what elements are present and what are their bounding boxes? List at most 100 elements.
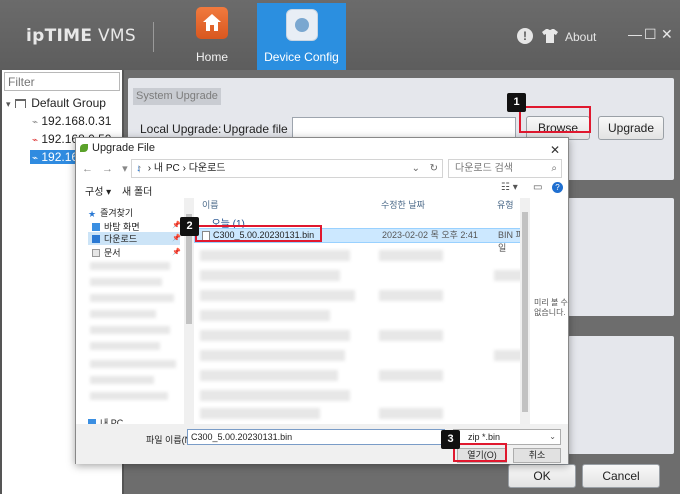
dialog-close-icon[interactable]: ✕ bbox=[550, 140, 560, 160]
blurred-item bbox=[90, 278, 162, 286]
blurred-file-row bbox=[200, 250, 350, 261]
dialog-title: Upgrade File bbox=[92, 142, 155, 154]
chevron-down-icon[interactable]: ⌄ bbox=[412, 160, 420, 177]
view-options-icon[interactable]: ☷ ▾ bbox=[501, 182, 518, 193]
group-title: System Upgrade bbox=[133, 88, 221, 105]
nav-device-config-tab[interactable]: Device Config bbox=[257, 3, 346, 70]
about-link[interactable]: About bbox=[565, 30, 596, 44]
filter-input[interactable] bbox=[4, 72, 120, 91]
header-divider bbox=[153, 22, 154, 52]
blurred-file-row bbox=[200, 390, 350, 401]
blurred-file-row bbox=[200, 408, 320, 419]
skin-shirt-icon[interactable] bbox=[541, 28, 559, 44]
star-icon: ★ bbox=[88, 209, 97, 219]
tree-root-label: Default Group bbox=[31, 96, 106, 110]
upgrade-file-input[interactable] bbox=[292, 117, 516, 138]
step-1-badge: 1 bbox=[507, 93, 526, 112]
cancel-button[interactable]: Cancel bbox=[582, 464, 660, 488]
camera-icon: ⌁ bbox=[32, 153, 39, 164]
address-row: ← → ▾ ↑ ↓ › 내 PC › 다운로드 ⌄ ↻ 다운로드 검색 ⌕ bbox=[76, 158, 568, 180]
chevron-down-icon: ⌄ bbox=[549, 432, 556, 441]
nav-device-config-label: Device Config bbox=[264, 50, 339, 64]
preview-pane: 미리 볼 수 없습니다. bbox=[530, 198, 568, 424]
dialog-cancel-button[interactable]: 취소 bbox=[513, 448, 561, 463]
upgrade-button[interactable]: Upgrade bbox=[598, 116, 664, 140]
file-list-scrollbar[interactable] bbox=[520, 198, 530, 424]
group-icon bbox=[14, 99, 26, 108]
upgrade-file-dialog: Upgrade File ✕ ← → ▾ ↑ ↓ › 내 PC › 다운로드 ⌄… bbox=[75, 137, 569, 464]
blurred-item bbox=[90, 360, 176, 368]
nav-home-label: Home bbox=[195, 50, 228, 64]
dialog-toolbar: 구성 ▾ 새 폴더 ☷ ▾ ▭ ? bbox=[76, 180, 568, 198]
blurred-item bbox=[90, 326, 170, 334]
info-icon[interactable]: ! bbox=[517, 28, 533, 44]
filetype-value: zip *.bin bbox=[468, 432, 501, 442]
app-logo: ipTIME VMS bbox=[26, 26, 136, 46]
new-folder-button[interactable]: 새 폴더 bbox=[122, 183, 152, 198]
blurred-item bbox=[90, 342, 160, 350]
ok-button[interactable]: OK bbox=[508, 464, 576, 488]
breadcrumb-sep: › bbox=[182, 163, 186, 174]
search-input[interactable]: 다운로드 검색 ⌕ bbox=[448, 159, 562, 178]
breadcrumb-downloads[interactable]: 다운로드 bbox=[189, 163, 226, 174]
nav-home-tab[interactable]: Home bbox=[180, 0, 244, 70]
app-window: ipTIME VMS Home Device Config ! About — … bbox=[0, 0, 680, 494]
step-2-badge: 2 bbox=[180, 217, 199, 236]
breadcrumb-this-pc[interactable]: 내 PC bbox=[154, 163, 180, 174]
navigation-pane: ★ 즐겨찾기 바탕 화면 📌 다운로드 📌 문서 📌 내 PC bbox=[76, 198, 184, 428]
blurred-file-row bbox=[200, 370, 338, 381]
blurred-file-date bbox=[379, 330, 443, 341]
tree-device-item[interactable]: ⌁ 192.168.0.31 bbox=[32, 114, 111, 128]
blurred-file-row bbox=[200, 310, 330, 321]
preview-pane-icon[interactable]: ▭ bbox=[533, 182, 542, 193]
blurred-item bbox=[90, 310, 156, 318]
step-3-badge: 3 bbox=[441, 430, 460, 449]
blurred-file-row bbox=[200, 350, 345, 361]
blurred-file-date bbox=[379, 370, 443, 381]
column-date[interactable]: 수정한 날짜 bbox=[381, 198, 425, 211]
column-type[interactable]: 유형 bbox=[497, 198, 514, 211]
blurred-file-date bbox=[379, 290, 443, 301]
download-folder-icon: ↓ bbox=[136, 163, 141, 174]
tree-root-default-group[interactable]: ▾ Default Group bbox=[6, 96, 106, 110]
organize-button[interactable]: 구성 ▾ bbox=[85, 183, 111, 198]
upgrade-file-label: Upgrade file bbox=[223, 122, 288, 136]
nav-quick-access[interactable]: ★ 즐겨찾기 bbox=[88, 206, 133, 219]
nav-documents[interactable]: 문서 bbox=[92, 246, 121, 259]
tree-device-label: 192.168.0.31 bbox=[41, 114, 112, 128]
scrollbar-thumb[interactable] bbox=[522, 212, 528, 412]
open-highlight bbox=[453, 443, 507, 462]
minimize-icon[interactable]: — bbox=[628, 26, 642, 42]
maximize-icon[interactable]: ☐ bbox=[644, 26, 657, 43]
documents-icon bbox=[92, 249, 100, 257]
blurred-item bbox=[90, 376, 154, 384]
blurred-file-row bbox=[200, 290, 355, 301]
desktop-icon bbox=[92, 223, 100, 231]
collapse-arrow-icon[interactable]: ▾ bbox=[6, 99, 11, 109]
local-upgrade-label: Local Upgrade: bbox=[140, 122, 222, 136]
settings-group bbox=[568, 198, 674, 316]
blurred-file-row bbox=[200, 270, 340, 281]
blurred-item bbox=[90, 294, 174, 302]
close-icon[interactable]: ✕ bbox=[661, 26, 673, 43]
device-config-icon bbox=[286, 9, 318, 41]
browse-highlight bbox=[519, 106, 591, 133]
breadcrumb-sep: › bbox=[147, 163, 152, 174]
blurred-file-row bbox=[200, 330, 350, 341]
filename-input[interactable]: C300_5.00.20230131.bin bbox=[187, 429, 445, 445]
search-icon: ⌕ bbox=[551, 163, 557, 174]
settings-group bbox=[568, 336, 674, 454]
blurred-item bbox=[90, 262, 170, 270]
help-icon[interactable]: ? bbox=[552, 182, 563, 193]
camera-icon: ⌁ bbox=[32, 117, 39, 128]
column-name[interactable]: 이름 bbox=[202, 198, 219, 211]
home-icon bbox=[196, 7, 228, 39]
file-date: 2023-02-02 목 오후 2:41 bbox=[382, 230, 478, 240]
nav-downloads-selected[interactable]: 다운로드 bbox=[88, 232, 180, 245]
file-highlight bbox=[195, 225, 322, 242]
refresh-icon[interactable]: ↻ bbox=[430, 160, 438, 177]
app-leaf-icon bbox=[80, 144, 88, 152]
pin-icon: 📌 bbox=[172, 249, 181, 256]
preview-message: 미리 볼 수 없습니다. bbox=[534, 298, 568, 317]
address-bar[interactable]: ↓ › 내 PC › 다운로드 ⌄ ↻ bbox=[131, 159, 443, 178]
